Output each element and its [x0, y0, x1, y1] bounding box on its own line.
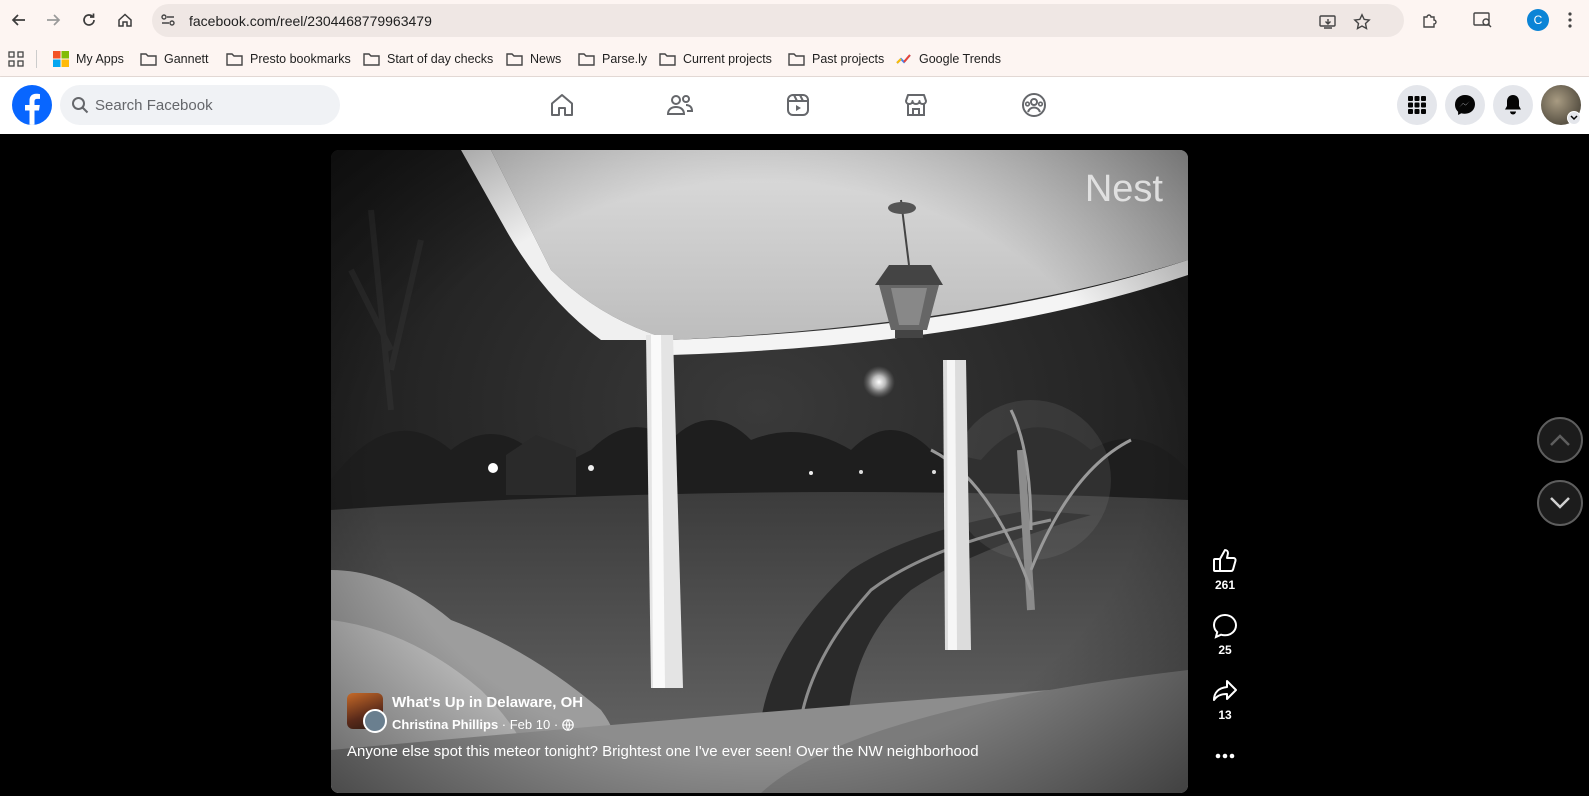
site-info-icon[interactable]: [160, 12, 176, 33]
folder-icon: [788, 53, 805, 66]
bookmark-gannett[interactable]: Gannett: [140, 49, 208, 69]
account-menu-chevron[interactable]: [1567, 111, 1581, 125]
bookmark-current-projects[interactable]: Current projects: [659, 49, 772, 69]
chevron-down-icon: [1550, 497, 1570, 509]
comment-button[interactable]: 25: [1208, 613, 1242, 657]
video-icon: [787, 94, 809, 116]
reload-icon: [83, 13, 95, 26]
bookmark-past-projects[interactable]: Past projects: [788, 49, 884, 69]
post-meta: Christina Phillips · Feb 10 ·: [392, 717, 574, 732]
groups-icon: [1022, 93, 1046, 117]
facebook-logo[interactable]: [12, 85, 52, 125]
reel-video[interactable]: Nest What's Up in Delaware, OH Christina…: [331, 150, 1188, 793]
chevron-down-icon: [1570, 115, 1578, 121]
browser-toolbar: facebook.com/reel/2304468779963479 C: [0, 0, 1589, 40]
like-button[interactable]: 261: [1208, 548, 1242, 592]
marketplace-icon: [905, 94, 927, 116]
facebook-header: [0, 77, 1589, 134]
folder-icon: [659, 53, 676, 66]
search-icon: [71, 96, 89, 119]
more-options-button[interactable]: [1208, 753, 1242, 759]
forward-arrow-icon: [47, 14, 61, 26]
home-icon: [118, 13, 132, 27]
nav-marketplace[interactable]: [900, 89, 932, 121]
google-trends-icon: [896, 54, 911, 64]
install-app-icon[interactable]: [1318, 12, 1338, 32]
friends-icon: [666, 95, 694, 115]
profile-avatar[interactable]: C: [1527, 9, 1549, 31]
share-count: 13: [1218, 708, 1232, 722]
share-icon: [1213, 680, 1237, 701]
folder-icon: [578, 53, 595, 66]
next-reel-button[interactable]: [1537, 480, 1583, 526]
reel-info: What's Up in Delaware, OH Christina Phil…: [347, 693, 1177, 793]
microsoft-apps-icon: [53, 51, 69, 67]
share-button[interactable]: 13: [1208, 678, 1242, 722]
bookmark-news[interactable]: News: [506, 49, 561, 69]
back-button[interactable]: [7, 8, 31, 32]
more-dots-icon: [1215, 753, 1235, 759]
search-input[interactable]: [95, 85, 325, 125]
post-caption: Anyone else spot this meteor tonight? Br…: [347, 743, 979, 760]
facebook-search: [60, 85, 340, 125]
bookmark-parsely[interactable]: Parse.ly: [578, 49, 647, 69]
chevron-up-icon: [1550, 434, 1570, 446]
folder-icon: [140, 53, 157, 66]
nav-video[interactable]: [782, 89, 814, 121]
author-avatar[interactable]: [363, 709, 387, 733]
folder-icon: [226, 53, 243, 66]
globe-icon: [561, 718, 574, 731]
bookmark-start-of-day[interactable]: Start of day checks: [363, 49, 493, 69]
bookmarks-bar: My Apps Gannett Presto bookmarks Start o…: [0, 40, 1589, 77]
forward-button[interactable]: [41, 8, 65, 32]
nav-friends[interactable]: [664, 89, 696, 121]
bell-icon: [1505, 95, 1521, 115]
post-date[interactable]: · Feb 10 ·: [498, 717, 562, 732]
url-text: facebook.com/reel/2304468779963479: [189, 13, 432, 29]
facebook-f-icon: [25, 93, 40, 125]
bookmark-star-icon[interactable]: [1352, 12, 1372, 32]
like-count: 261: [1214, 578, 1236, 592]
chrome-menu-icon[interactable]: [1560, 10, 1580, 30]
bookmark-divider: [36, 50, 37, 68]
extensions-icon[interactable]: [1420, 10, 1440, 30]
home-icon: [551, 94, 573, 116]
nav-groups[interactable]: [1018, 89, 1050, 121]
folder-icon: [506, 53, 523, 66]
address-bar[interactable]: facebook.com/reel/2304468779963479: [152, 4, 1404, 37]
tab-search-icon[interactable]: [1473, 10, 1493, 30]
bookmark-presto[interactable]: Presto bookmarks: [226, 49, 351, 69]
messenger-button[interactable]: [1445, 85, 1485, 125]
author-name[interactable]: Christina Phillips: [392, 717, 498, 732]
folder-icon: [363, 53, 380, 66]
nav-home[interactable]: [546, 89, 578, 121]
comment-icon: [1212, 613, 1238, 639]
notifications-button[interactable]: [1493, 85, 1533, 125]
bookmark-my-apps[interactable]: My Apps: [53, 49, 124, 69]
reload-button[interactable]: [77, 8, 101, 32]
back-arrow-icon: [11, 14, 25, 26]
thumbs-up-icon: [1213, 549, 1237, 572]
menu-button[interactable]: [1397, 85, 1437, 125]
nest-watermark: Nest: [1084, 168, 1163, 210]
messenger-icon: [1455, 95, 1475, 115]
home-button[interactable]: [113, 8, 137, 32]
menu-grid-icon: [1408, 96, 1426, 114]
page-name[interactable]: What's Up in Delaware, OH: [392, 694, 583, 711]
previous-reel-button[interactable]: [1537, 417, 1583, 463]
apps-grid-icon[interactable]: [8, 49, 31, 69]
comment-count: 25: [1218, 643, 1232, 657]
bookmark-google-trends[interactable]: Google Trends: [896, 49, 1001, 69]
